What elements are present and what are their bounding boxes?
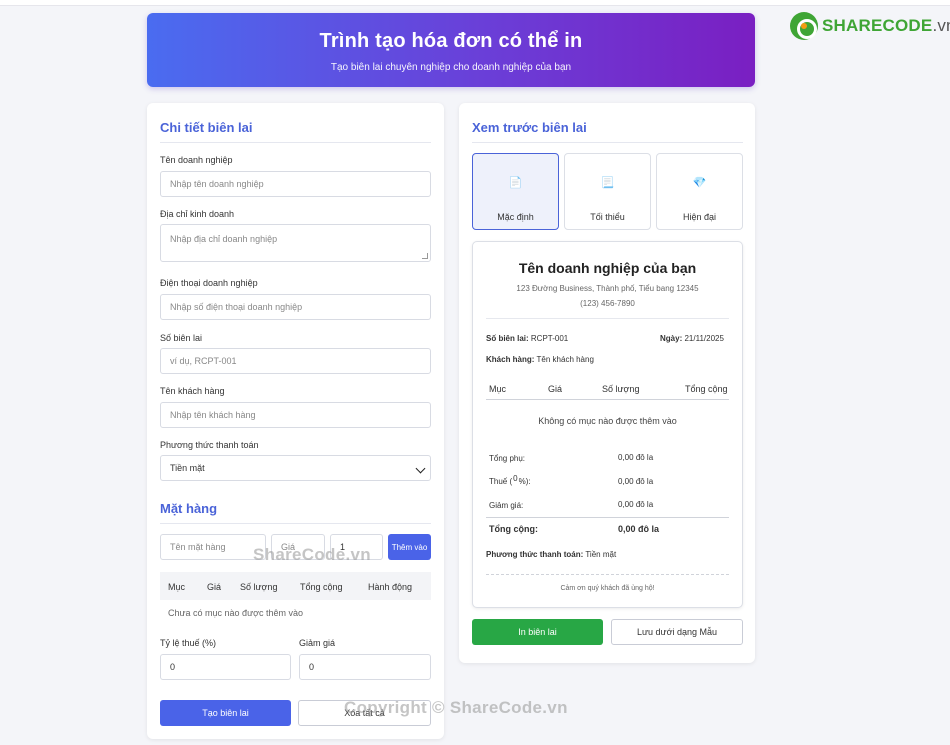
- receipt-payment-value: Tiền mặt: [585, 550, 617, 559]
- divider: [160, 142, 431, 143]
- receipt-details-title: Chi tiết biên lai: [160, 120, 253, 135]
- tax-value: 0,00 đô la: [618, 477, 653, 486]
- currency-label: đô la: [635, 453, 654, 462]
- business-address-placeholder: Nhập địa chỉ doanh nghiệp: [170, 234, 278, 244]
- page-icon: 📃: [600, 177, 615, 189]
- tax-label-prefix: Thuế (: [489, 477, 513, 486]
- receipt-number-label: Số biên lai:: [486, 334, 529, 343]
- col-action: Hành động: [368, 582, 413, 592]
- receipt-customer-value: Tên khách hàng: [536, 355, 594, 364]
- receipt-empty-message: Không có mục nào được thêm vào: [538, 416, 677, 426]
- template-default[interactable]: 📄 Mặc định: [472, 153, 559, 230]
- discount-amount: 0,00: [618, 500, 634, 509]
- receipt-address: 123 Đường Business, Thành phố, Tiểu bang…: [516, 284, 699, 293]
- total-value: 0,00 đô la: [618, 524, 660, 534]
- receipt-number-value: RCPT-001: [530, 334, 569, 343]
- chevron-down-icon: [415, 463, 426, 474]
- business-name-label: Tên doanh nghiệp: [160, 155, 233, 165]
- col-total: Tổng cộng: [300, 582, 343, 592]
- col-price: Giá: [207, 582, 222, 592]
- receipt-number-line: Số biên lai: RCPT-001: [486, 334, 568, 343]
- watermark-copyright: Copyright © ShareCode.vn: [344, 698, 568, 717]
- payment-method-value: Tiền mặt: [170, 463, 205, 473]
- subtotal-value: 0,00 đô la: [618, 453, 653, 462]
- receipt-number-input[interactable]: ví dụ, RCPT-001: [160, 348, 431, 374]
- divider: [486, 318, 729, 319]
- business-phone-input[interactable]: Nhập số điện thoại doanh nghiệp: [160, 294, 431, 320]
- template-label: Hiện đại: [682, 212, 717, 222]
- business-phone-label: Điện thoại doanh nghiệp: [160, 278, 258, 288]
- items-title: Mặt hàng: [160, 501, 218, 516]
- receipt-payment-line: Phương thức thanh toán: Tiền mặt: [486, 550, 616, 559]
- item-name-input[interactable]: Tên mặt hàng: [160, 534, 266, 560]
- create-receipt-button[interactable]: Tạo biên lai: [160, 700, 291, 726]
- template-label: Tối thiểu: [590, 212, 625, 222]
- tax-line-label: Thuế (0%):: [489, 474, 531, 486]
- discount-input[interactable]: 0: [299, 654, 431, 680]
- template-modern[interactable]: 💎 Hiện đại: [656, 153, 743, 230]
- tax-amount: 0,00: [618, 477, 634, 486]
- customer-name-input[interactable]: Nhập tên khách hàng: [160, 402, 431, 428]
- preview-title: Xem trước biên lai: [472, 120, 587, 135]
- receipt-number-label: Số biên lai: [160, 333, 203, 343]
- receipt-date-label: Ngày:: [660, 334, 683, 343]
- payment-method-label: Phương thức thanh toán: [160, 440, 259, 450]
- dashed-divider: [486, 574, 729, 575]
- tax-rate-input[interactable]: 0: [160, 654, 291, 680]
- subtotal-amount: 0,00: [618, 453, 634, 462]
- discount-line-label: Giảm giá:: [489, 501, 524, 510]
- resize-grip-icon[interactable]: [422, 253, 428, 259]
- save-template-button[interactable]: Lưu dưới dạng Mẫu: [611, 619, 743, 645]
- currency-label: đô la: [635, 477, 654, 486]
- col-quantity: Số lượng: [240, 582, 278, 592]
- sharecode-logo: SHARECODE.vn: [790, 10, 950, 42]
- sharecode-logo-icon: [790, 12, 818, 40]
- receipt-customer-label: Khách hàng:: [486, 355, 535, 364]
- page-header: Trình tạo hóa đơn có thể in Tạo biên lai…: [147, 13, 755, 87]
- template-label: Mặc định: [497, 212, 534, 222]
- total-label: Tổng cộng:: [489, 524, 538, 534]
- receipt-col-quantity: Số lượng: [602, 384, 640, 394]
- divider: [486, 399, 729, 400]
- subtotal-label: Tổng phụ:: [489, 454, 526, 463]
- col-item: Mục: [168, 582, 186, 592]
- print-receipt-button[interactable]: In biên lai: [472, 619, 603, 645]
- receipt-col-price: Giá: [548, 384, 563, 394]
- receipt-thanks: Cảm ơn quý khách đã ủng hộ!: [560, 585, 655, 592]
- logo-domain: .vn: [932, 16, 950, 35]
- tax-rate-label: Tỷ lệ thuế (%): [160, 638, 217, 648]
- divider: [472, 142, 743, 143]
- template-minimal[interactable]: 📃 Tối thiểu: [564, 153, 651, 230]
- page-title: Trình tạo hóa đơn có thể in: [319, 30, 583, 52]
- customer-name-label: Tên khách hàng: [160, 386, 225, 396]
- receipt-business-name: Tên doanh nghiệp của bạn: [518, 260, 697, 276]
- receipt-date-value: 21/11/2025: [684, 334, 724, 343]
- top-bar: [0, 0, 950, 6]
- receipt-payment-label: Phương thức thanh toán:: [486, 550, 584, 559]
- diamond-icon: 💎: [692, 177, 707, 189]
- discount-value: 0,00 đô la: [618, 500, 653, 509]
- receipt-customer-line: Khách hàng: Tên khách hàng: [486, 355, 594, 364]
- receipt-col-total: Tổng cộng: [685, 384, 728, 394]
- divider: [160, 523, 431, 524]
- discount-label: Giảm giá: [299, 638, 336, 648]
- business-address-textarea[interactable]: Nhập địa chỉ doanh nghiệp: [160, 224, 431, 262]
- tax-rate-display: 0: [513, 474, 518, 483]
- business-address-label: Địa chỉ kinh doanh: [160, 209, 235, 219]
- divider: [486, 517, 729, 518]
- receipt-col-item: Mục: [489, 384, 507, 394]
- add-item-button[interactable]: Thêm vào: [388, 534, 431, 560]
- watermark: ShareCode.vn: [253, 545, 371, 564]
- page-subtitle: Tạo biên lai chuyên nghiệp cho doanh ngh…: [330, 62, 572, 73]
- tax-label-suffix: %):: [518, 477, 531, 486]
- document-icon: 📄: [508, 177, 523, 189]
- receipt-phone: (123) 456-7890: [580, 299, 635, 308]
- receipt-date-line: Ngày: 21/11/2025: [660, 334, 724, 343]
- business-name-input[interactable]: Nhập tên doanh nghiệp: [160, 171, 431, 197]
- payment-method-select[interactable]: Tiền mặt: [160, 455, 431, 481]
- logo-brand: SHARECODE: [822, 16, 933, 35]
- items-empty-message: Chưa có mục nào được thêm vào: [168, 608, 304, 618]
- currency-label: đô la: [635, 500, 654, 509]
